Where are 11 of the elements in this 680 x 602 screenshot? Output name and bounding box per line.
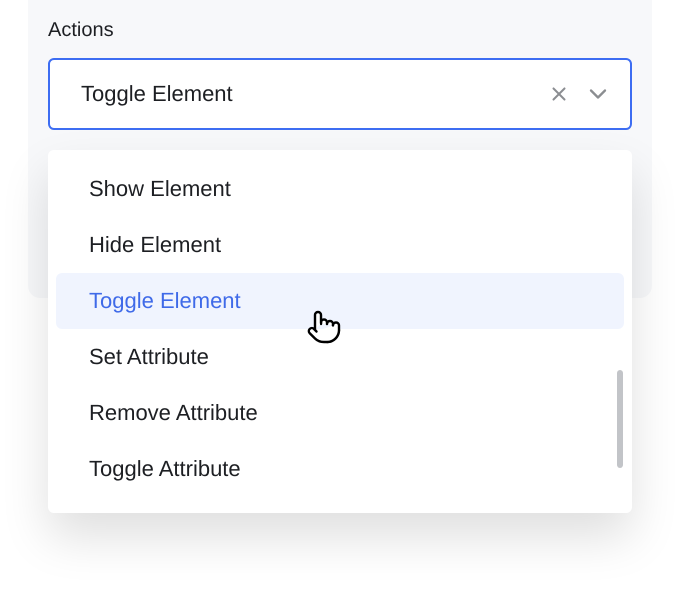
dropdown-option[interactable]: Hide Element: [56, 217, 624, 273]
scrollbar-thumb[interactable]: [617, 370, 623, 468]
select-value: Toggle Element: [81, 80, 234, 108]
dropdown-option[interactable]: Show Element: [56, 161, 624, 217]
dropdown-option[interactable]: Toggle Attribute: [56, 441, 624, 497]
dropdown-option[interactable]: Remove Attribute: [56, 385, 624, 441]
field-label: Actions: [48, 18, 114, 43]
hand-cursor-icon: [306, 308, 342, 346]
dropdown-option[interactable]: Set Attribute: [56, 329, 624, 385]
select-field[interactable]: Toggle Element: [48, 58, 632, 130]
dropdown-option[interactable]: Toggle Element: [56, 273, 624, 329]
